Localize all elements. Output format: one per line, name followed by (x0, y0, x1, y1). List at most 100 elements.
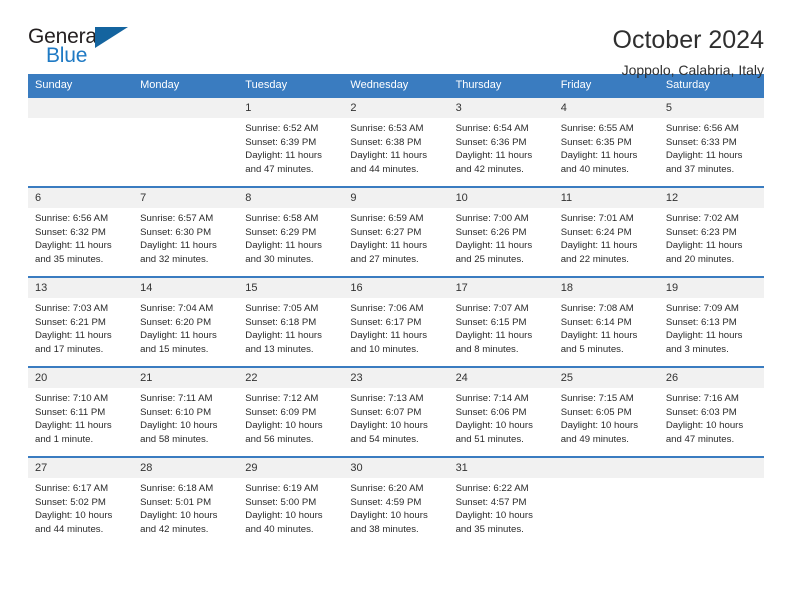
day-sun-info: Sunrise: 7:06 AM Sunset: 6:17 PM Daylight:… (343, 298, 448, 356)
day-number: 10 (448, 188, 554, 208)
sunset-time: Sunset: 6:35 PM (560, 136, 632, 148)
sunset-time: Sunset: 6:24 PM (560, 226, 632, 238)
day-number: 14 (133, 278, 239, 298)
calendar-day-cell[interactable]: 1 Sunrise: 6:52 AM Sunset: 6:39 PM Daylight… (238, 96, 344, 187)
day-number: 9 (343, 188, 449, 208)
day-cell-inner: 29 Sunrise: 6:19 AM Sunset: 5:00 PM Dayligh… (238, 458, 344, 546)
calendar-day-cell[interactable]: 17 Sunrise: 7:07 AM Sunset: 6:15 PM Dayligh… (448, 276, 554, 367)
daylight-duration-line1: Daylight: 11 hours (665, 330, 743, 342)
day-cell-inner: 2 Sunrise: 6:53 AM Sunset: 6:38 PM Daylight… (343, 98, 449, 186)
sunset-time: Sunset: 6:21 PM (35, 316, 106, 328)
calendar-day-cell[interactable]: 29 Sunrise: 6:19 AM Sunset: 5:00 PM Dayligh… (238, 456, 344, 546)
calendar-day-cell[interactable]: 4 Sunrise: 6:55 AM Sunset: 6:35 PM Daylight… (553, 96, 659, 187)
daylight-duration-line2: and 37 minutes. (665, 163, 735, 175)
calendar-day-cell[interactable]: 18 Sunrise: 7:08 AM Sunset: 6:14 PM Dayligh… (553, 276, 659, 367)
calendar-day-cell[interactable]: 8 Sunrise: 6:58 AM Sunset: 6:29 PM Daylight… (238, 186, 344, 277)
day-cell-inner: 14 Sunrise: 7:04 AM Sunset: 6:20 PM Dayligh… (133, 278, 239, 366)
sunrise-time: Sunrise: 7:16 AM (665, 393, 739, 404)
daylight-duration-line1: Daylight: 11 hours (35, 330, 112, 342)
sunrise-time: Sunrise: 6:59 AM (350, 213, 424, 224)
calendar-day-cell[interactable]: 23 Sunrise: 7:13 AM Sunset: 6:07 PM Dayligh… (343, 366, 449, 457)
calendar-day-cell[interactable]: 26 Sunrise: 7:16 AM Sunset: 6:03 PM Dayligh… (658, 366, 764, 457)
day-number (658, 458, 764, 478)
sunrise-time: Sunrise: 7:05 AM (245, 303, 319, 314)
calendar-day-cell[interactable]: 20 Sunrise: 7:10 AM Sunset: 6:11 PM Dayligh… (28, 366, 134, 457)
day-sun-info: Sunrise: 7:01 AM Sunset: 6:24 PM Daylight:… (554, 208, 659, 266)
day-sun-info: Sunrise: 7:16 AM Sunset: 6:03 PM Daylight:… (659, 388, 764, 446)
day-number: 15 (238, 278, 344, 298)
calendar-day-cell[interactable]: 13 Sunrise: 7:03 AM Sunset: 6:21 PM Dayligh… (28, 276, 134, 367)
sunrise-time: Sunrise: 7:11 AM (140, 393, 213, 404)
sunset-time: Sunset: 4:57 PM (455, 496, 527, 508)
calendar-day-cell[interactable]: 2 Sunrise: 6:53 AM Sunset: 6:38 PM Daylight… (343, 96, 449, 187)
sunrise-time: Sunrise: 6:17 AM (35, 483, 109, 494)
calendar-day-cell[interactable]: 7 Sunrise: 6:57 AM Sunset: 6:30 PM Daylight… (133, 186, 239, 277)
day-cell-inner (133, 98, 239, 186)
page-header: General Blue October 2024 Joppolo, Calab… (28, 0, 764, 78)
day-sun-info: Sunrise: 6:54 AM Sunset: 6:36 PM Daylight:… (449, 118, 554, 176)
sunrise-time: Sunrise: 6:19 AM (245, 483, 319, 494)
daylight-duration-line2: and 38 minutes. (350, 523, 419, 535)
day-sun-info: Sunrise: 7:15 AM Sunset: 6:05 PM Daylight:… (554, 388, 659, 446)
calendar-day-cell[interactable]: 9 Sunrise: 6:59 AM Sunset: 6:27 PM Daylight… (343, 186, 449, 277)
daylight-duration-line2: and 5 minutes. (560, 343, 624, 355)
sunset-time: Sunset: 6:39 PM (245, 136, 317, 148)
calendar-day-cell[interactable]: 16 Sunrise: 7:06 AM Sunset: 6:17 PM Dayligh… (343, 276, 449, 367)
calendar-day-cell[interactable]: 12 Sunrise: 7:02 AM Sunset: 6:23 PM Dayligh… (658, 186, 764, 277)
sunrise-time: Sunrise: 6:56 AM (665, 123, 739, 134)
sunset-time: Sunset: 6:38 PM (350, 136, 422, 148)
daylight-duration-line1: Daylight: 10 hours (665, 420, 744, 432)
calendar-day-cell[interactable]: 10 Sunrise: 7:00 AM Sunset: 6:26 PM Dayligh… (448, 186, 554, 277)
calendar-week-row: 13 Sunrise: 7:03 AM Sunset: 6:21 PM Dayligh… (28, 276, 764, 367)
day-cell-inner: 15 Sunrise: 7:05 AM Sunset: 6:18 PM Dayligh… (238, 278, 344, 366)
calendar-day-cell[interactable]: 15 Sunrise: 7:05 AM Sunset: 6:18 PM Dayligh… (238, 276, 344, 367)
daylight-duration-line1: Daylight: 11 hours (140, 330, 217, 342)
sunset-time: Sunset: 4:59 PM (350, 496, 422, 508)
calendar-day-cell[interactable]: 5 Sunrise: 6:56 AM Sunset: 6:33 PM Daylight… (658, 96, 764, 187)
calendar-day-cell[interactable]: 22 Sunrise: 7:12 AM Sunset: 6:09 PM Dayligh… (238, 366, 344, 457)
calendar-day-cell[interactable]: 25 Sunrise: 7:15 AM Sunset: 6:05 PM Dayligh… (553, 366, 659, 457)
daylight-duration-line1: Daylight: 10 hours (245, 510, 323, 522)
weekday-header-tuesday: Tuesday (238, 74, 344, 97)
sunset-time: Sunset: 6:36 PM (455, 136, 527, 148)
calendar-day-cell[interactable]: 19 Sunrise: 7:09 AM Sunset: 6:13 PM Dayligh… (658, 276, 764, 367)
daylight-duration-line2: and 35 minutes. (455, 523, 524, 535)
day-number: 8 (238, 188, 344, 208)
daylight-duration-line2: and 32 minutes. (140, 253, 209, 265)
daylight-duration-line1: Daylight: 10 hours (245, 420, 323, 432)
day-number: 18 (553, 278, 659, 298)
calendar-day-cell[interactable]: 6 Sunrise: 6:56 AM Sunset: 6:32 PM Daylight… (28, 186, 134, 277)
calendar-day-cell[interactable]: 28 Sunrise: 6:18 AM Sunset: 5:01 PM Dayligh… (133, 456, 239, 546)
daylight-duration-line2: and 40 minutes. (245, 523, 314, 535)
daylight-duration-line2: and 13 minutes. (245, 343, 314, 355)
day-sun-info: Sunrise: 7:00 AM Sunset: 6:26 PM Daylight:… (449, 208, 554, 266)
day-number: 20 (28, 368, 134, 388)
sunrise-time: Sunrise: 6:52 AM (245, 123, 319, 134)
calendar-week-row: 20 Sunrise: 7:10 AM Sunset: 6:11 PM Dayligh… (28, 366, 764, 457)
day-sun-info: Sunrise: 6:57 AM Sunset: 6:30 PM Daylight:… (133, 208, 238, 266)
day-cell-inner (28, 98, 134, 186)
daylight-duration-line2: and 56 minutes. (245, 433, 314, 445)
daylight-duration-line2: and 42 minutes. (140, 523, 209, 535)
daylight-duration-line1: Daylight: 11 hours (35, 420, 112, 432)
calendar-day-cell[interactable]: 31 Sunrise: 6:22 AM Sunset: 4:57 PM Dayligh… (448, 456, 554, 546)
calendar-day-cell[interactable]: 27 Sunrise: 6:17 AM Sunset: 5:02 PM Dayligh… (28, 456, 134, 546)
calendar-day-cell[interactable]: 30 Sunrise: 6:20 AM Sunset: 4:59 PM Dayligh… (343, 456, 449, 546)
general-blue-logo[interactable]: General Blue (28, 26, 148, 72)
calendar-day-cell[interactable]: 11 Sunrise: 7:01 AM Sunset: 6:24 PM Dayligh… (553, 186, 659, 277)
calendar-day-cell[interactable]: 14 Sunrise: 7:04 AM Sunset: 6:20 PM Dayligh… (133, 276, 239, 367)
day-sun-info: Sunrise: 6:56 AM Sunset: 6:32 PM Daylight:… (28, 208, 133, 266)
sunrise-time: Sunrise: 7:12 AM (245, 393, 319, 404)
calendar-day-cell[interactable]: 24 Sunrise: 7:14 AM Sunset: 6:06 PM Dayligh… (448, 366, 554, 457)
day-cell-inner: 20 Sunrise: 7:10 AM Sunset: 6:11 PM Dayligh… (28, 368, 134, 456)
daylight-duration-line2: and 42 minutes. (455, 163, 524, 175)
day-cell-inner: 18 Sunrise: 7:08 AM Sunset: 6:14 PM Dayligh… (553, 278, 659, 366)
daylight-duration-line1: Daylight: 10 hours (560, 420, 639, 432)
day-sun-info: Sunrise: 6:17 AM Sunset: 5:02 PM Daylight:… (28, 478, 133, 536)
calendar-day-cell[interactable]: 3 Sunrise: 6:54 AM Sunset: 6:36 PM Daylight… (448, 96, 554, 187)
calendar-day-cell[interactable]: 21 Sunrise: 7:11 AM Sunset: 6:10 PM Dayligh… (133, 366, 239, 457)
title-block: October 2024 Joppolo, Calabria, Italy (613, 26, 765, 80)
daylight-duration-line1: Daylight: 11 hours (35, 240, 112, 252)
daylight-duration-line1: Daylight: 11 hours (560, 240, 638, 252)
day-sun-info: Sunrise: 7:14 AM Sunset: 6:06 PM Daylight:… (449, 388, 554, 446)
